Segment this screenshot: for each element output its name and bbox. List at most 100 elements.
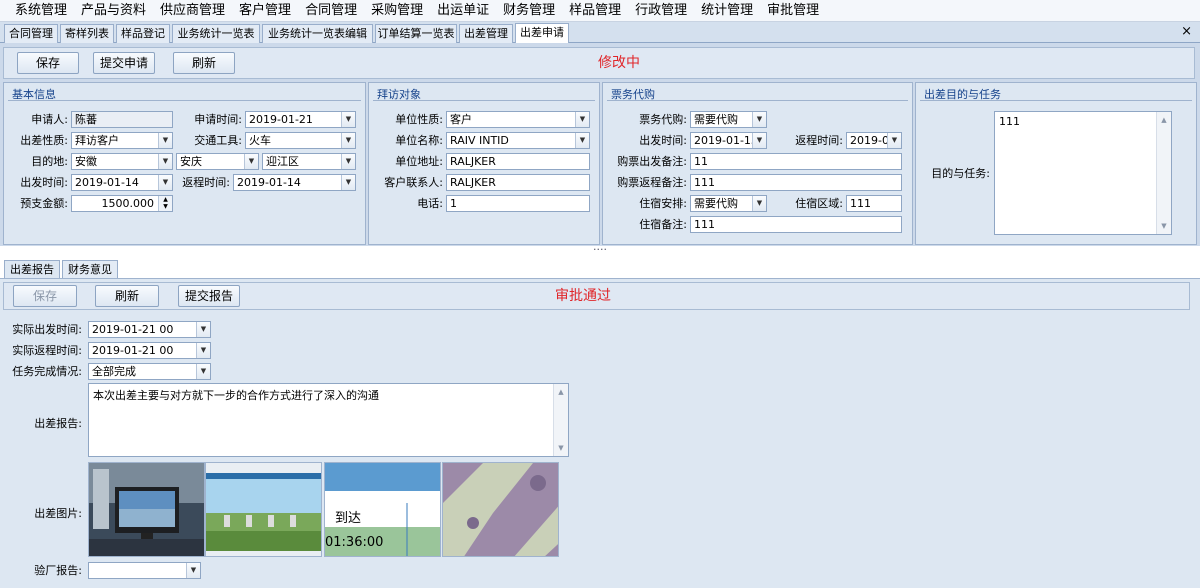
menu-approval[interactable]: 审批管理	[760, 0, 826, 22]
tab-contract-management[interactable]: 合同管理	[4, 24, 58, 43]
unit-name-select[interactable]: RAIV INTID ▼	[446, 132, 590, 149]
splitter-handle[interactable]: ····	[0, 244, 1200, 260]
basic-info-group: 基本信息 申请人: 陈蕃 申请时间: 2019-01-21 ▼ 出差性质: 拜访客…	[3, 82, 366, 245]
phone-input[interactable]: 1	[446, 195, 590, 212]
chevron-down-icon[interactable]: ▼	[244, 154, 258, 169]
transport-select[interactable]: 火车 ▼	[245, 132, 356, 149]
destination-label: 目的地:	[31, 155, 68, 168]
spinner-arrows-icon[interactable]: ▲ ▼	[158, 196, 172, 211]
menu-admin[interactable]: 行政管理	[628, 0, 694, 22]
depart-time-field[interactable]: 2019-01-14 ▼	[71, 174, 173, 191]
scrollbar[interactable]: ▲ ▼	[553, 384, 568, 456]
refresh-button[interactable]: 刷新	[173, 52, 235, 74]
trip-image-arrival[interactable]: 到达 01:36:00	[324, 462, 441, 557]
chevron-down-icon[interactable]: ▼	[341, 112, 355, 127]
scroll-down-icon: ▼	[1161, 222, 1167, 230]
purpose-textarea[interactable]: 111 ▲ ▼	[994, 111, 1172, 235]
return-time-field[interactable]: 2019-01-14 ▼	[233, 174, 356, 191]
tab-trip-report[interactable]: 出差报告	[4, 260, 60, 278]
submit-report-button[interactable]: 提交报告	[178, 285, 240, 307]
chevron-down-icon[interactable]: ▼	[341, 154, 355, 169]
trip-image-monitor[interactable]	[88, 462, 205, 557]
return-time-label: 返程时间:	[182, 176, 230, 189]
chevron-down-icon[interactable]: ▼	[752, 133, 766, 148]
save-button[interactable]: 保存	[17, 52, 79, 74]
chevron-down-icon[interactable]: ▼	[752, 196, 766, 211]
trip-type-select[interactable]: 拜访客户 ▼	[71, 132, 173, 149]
destination-district-select[interactable]: 迎江区 ▼	[262, 153, 356, 170]
menu-shipping-docs[interactable]: 出运单证	[430, 0, 496, 22]
buy-depart-note-label: 购票出发备注:	[617, 155, 687, 168]
budget-spinner[interactable]: 1500.000 ▲ ▼	[71, 195, 173, 212]
arrival-text: 到达	[335, 511, 362, 526]
menu-products[interactable]: 产品与资料	[74, 0, 153, 22]
menu-samples[interactable]: 样品管理	[562, 0, 628, 22]
customer-contact-input[interactable]: RALJKER	[446, 174, 590, 191]
chevron-down-icon[interactable]: ▼	[186, 563, 200, 578]
ticket-agent-label: 票务代购:	[639, 113, 687, 126]
menu-system[interactable]: 系统管理	[8, 0, 74, 22]
destination-city-select[interactable]: 安庆 ▼	[176, 153, 259, 170]
destination-province-select[interactable]: 安徽 ▼	[71, 153, 173, 170]
chevron-down-icon[interactable]: ▼	[341, 133, 355, 148]
unit-type-select[interactable]: 客户 ▼	[446, 111, 590, 128]
report-refresh-button[interactable]: 刷新	[95, 285, 159, 307]
report-tabs: 出差报告 财务意见	[0, 260, 1200, 278]
factory-report-select[interactable]: ▼	[88, 562, 201, 579]
actual-return-field[interactable]: 2019-01-21 00 ▼	[88, 342, 211, 359]
lodging-select[interactable]: 需要代购 ▼	[690, 195, 767, 212]
scrollbar[interactable]: ▲ ▼	[1156, 112, 1171, 234]
chevron-down-icon[interactable]: ▼	[752, 112, 766, 127]
chevron-down-icon[interactable]: ▼	[196, 343, 210, 358]
unit-type-label: 单位性质:	[395, 113, 443, 126]
submit-application-button[interactable]: 提交申请	[93, 52, 155, 74]
menu-contracts[interactable]: 合同管理	[298, 0, 364, 22]
chevron-down-icon[interactable]: ▼	[158, 133, 172, 148]
tab-order-settlement[interactable]: 订单结算一览表	[375, 24, 457, 43]
apply-time-field[interactable]: 2019-01-21 ▼	[245, 111, 356, 128]
tab-business-stats[interactable]: 业务统计一览表	[172, 24, 260, 43]
lodging-note-input[interactable]: 111	[690, 216, 902, 233]
buy-return-note-input[interactable]: 111	[690, 174, 902, 191]
menu-statistics[interactable]: 统计管理	[694, 0, 760, 22]
tab-finance-opinion[interactable]: 财务意见	[62, 260, 118, 278]
actual-depart-label: 实际出发时间:	[12, 323, 82, 336]
report-save-button[interactable]: 保存	[13, 285, 77, 307]
scroll-up-icon: ▲	[558, 388, 564, 396]
unit-address-input[interactable]: RALJKER	[446, 153, 590, 170]
chevron-down-icon[interactable]: ▼	[341, 175, 355, 190]
chevron-down-icon[interactable]: ▼	[158, 154, 172, 169]
trip-report-panel: 保存 刷新 提交报告 审批通过 实际出发时间: 2019-01-21 00 ▼ 实…	[0, 278, 1200, 588]
chevron-down-icon[interactable]: ▼	[887, 133, 901, 148]
tab-sample-registration[interactable]: 样品登记	[116, 24, 170, 43]
unit-name-label: 单位名称:	[395, 134, 443, 147]
menu-finance[interactable]: 财务管理	[496, 0, 562, 22]
menu-suppliers[interactable]: 供应商管理	[153, 0, 232, 22]
application-toolbar: 保存 提交申请 刷新 修改中	[3, 47, 1195, 79]
chevron-down-icon[interactable]: ▼	[196, 322, 210, 337]
menu-customers[interactable]: 客户管理	[232, 0, 298, 22]
trip-image-screen[interactable]	[205, 462, 322, 557]
phone-label: 电话:	[417, 197, 443, 210]
buy-depart-note-input[interactable]: 11	[690, 153, 902, 170]
menu-purchasing[interactable]: 采购管理	[364, 0, 430, 22]
ticket-agent-group: 票务代购 票务代购: 需要代购 ▼ 出发时间: 2019-01-15 ▼ 返程时间:…	[602, 82, 913, 245]
close-icon[interactable]: ×	[1181, 23, 1192, 41]
chevron-down-icon[interactable]: ▼	[575, 133, 589, 148]
lodging-area-input[interactable]: 111	[846, 195, 902, 212]
ticket-agent-select[interactable]: 需要代购 ▼	[690, 111, 767, 128]
actual-depart-field[interactable]: 2019-01-21 00 ▼	[88, 321, 211, 338]
report-textarea[interactable]: 本次出差主要与对方就下一步的合作方式进行了深入的沟通 ▲ ▼	[88, 383, 569, 457]
scroll-up-icon: ▲	[1161, 116, 1167, 124]
chevron-down-icon[interactable]: ▼	[196, 364, 210, 379]
completion-select[interactable]: 全部完成 ▼	[88, 363, 211, 380]
tab-sample-shipping-list[interactable]: 寄样列表	[60, 24, 114, 43]
tab-trip-application[interactable]: 出差申请	[515, 23, 569, 43]
chevron-down-icon[interactable]: ▼	[575, 112, 589, 127]
tab-trip-management[interactable]: 出差管理	[459, 24, 513, 43]
ticket-depart-field[interactable]: 2019-01-15 ▼	[690, 132, 767, 149]
tab-business-stats-edit[interactable]: 业务统计一览表编辑	[262, 24, 373, 43]
ticket-return-field[interactable]: 2019-0: ▼	[846, 132, 902, 149]
trip-type-label: 出差性质:	[20, 134, 68, 147]
trip-image-texture[interactable]	[442, 462, 559, 557]
